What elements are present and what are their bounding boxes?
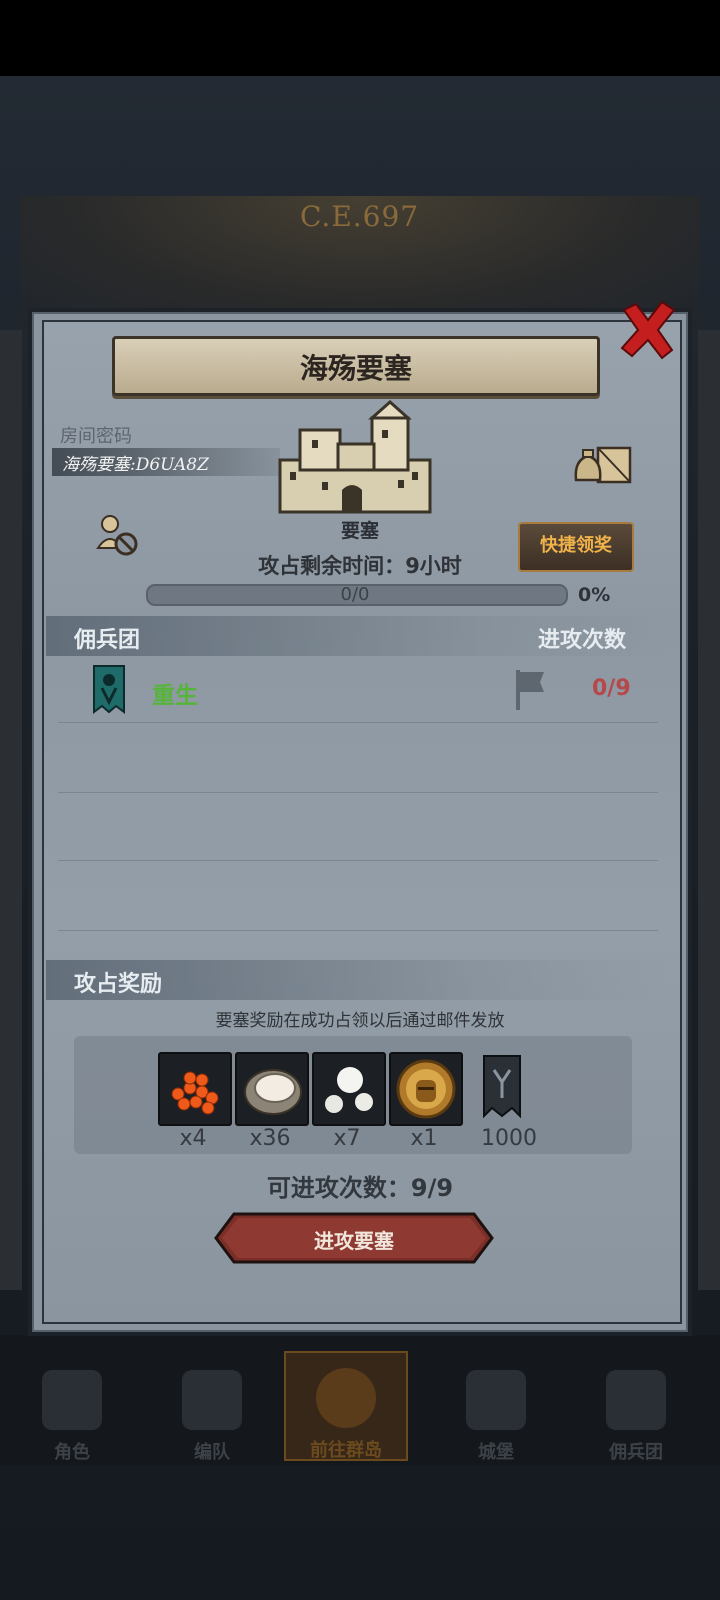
row-divider [58,860,658,861]
supply-bag-icon[interactable] [572,440,634,488]
row-divider [58,792,658,793]
reward-count-1: x4 [179,1126,207,1151]
close-button[interactable] [618,300,678,360]
remaining-attacks-label: 可进攻次数： [266,1174,411,1202]
remaining-attacks: 可进攻次数：9/9 [0,1168,720,1203]
reward-note: 要塞奖励在成功占领以后通过邮件发放 [215,1011,505,1031]
guild-banner-icon [483,1055,521,1119]
capture-progress-text: 0/0 [340,584,370,605]
formation-icon [182,1370,242,1430]
nav-label-islands: 前往群岛 [310,1440,382,1461]
guild-row[interactable] [58,660,658,722]
dialog-title: 海殇要塞 [299,352,412,385]
islands-icon [316,1368,376,1428]
nav-label-castle: 城堡 [478,1442,514,1463]
era-label: C.E.697 [300,200,420,233]
remaining-time: 攻占剩余时间：9小时 [0,550,720,580]
mercenary-section-label: 佣兵团 [74,628,141,653]
title-banner: 海殇要塞 [112,336,600,396]
status-bar [0,0,720,76]
reward-count-5: 1000 [481,1126,537,1151]
close-icon [620,300,676,360]
reward-count-3: x7 [333,1126,361,1151]
remaining-time-value: 9小时 [405,554,462,578]
reward-item-4[interactable] [389,1052,463,1126]
room-password-value: 海殇要塞:D6UA8Z [62,455,209,475]
attack-count-header: 进攻次数 [538,628,627,653]
nav-label-formation: 编队 [194,1442,230,1463]
nav-castle[interactable]: 城堡 [436,1355,556,1465]
fortress-image [272,399,434,516]
oyster-icon [244,1069,302,1115]
guild-name: 重生 [152,683,198,709]
attack-fortress-button[interactable]: 进攻要塞 [214,1212,494,1264]
left-side-panel [0,330,22,1290]
row-divider [58,930,658,931]
guild-attack-count: 0/9 [592,676,631,701]
nav-formation[interactable]: 编队 [152,1355,272,1465]
castle-icon [466,1370,526,1430]
reward-count-4: x1 [410,1126,438,1151]
row-divider [58,722,658,723]
nav-character[interactable]: 角色 [12,1355,132,1465]
character-icon [42,1370,102,1430]
flag-icon [512,668,548,712]
nav-islands[interactable]: 前往群岛 [284,1351,408,1461]
remaining-time-label: 攻占剩余时间： [258,554,406,578]
reward-item-3[interactable] [312,1052,386,1126]
bottom-nav: 角色 编队 前往群岛 城堡 佣兵团 [0,1335,720,1465]
reward-item-5[interactable] [466,1052,536,1122]
room-password-label: 房间密码 [60,426,132,447]
knight-medal-icon [396,1059,456,1119]
pearl-icon [325,1067,373,1113]
guild-banner-icon [92,664,126,714]
reward-count-2: x36 [249,1126,291,1151]
nav-label-mercenary: 佣兵团 [609,1442,663,1463]
nav-mercenary[interactable]: 佣兵团 [576,1355,696,1465]
reward-section-label: 攻占奖励 [74,972,163,997]
reward-item-2[interactable] [235,1052,309,1126]
reward-item-1[interactable] [158,1052,232,1126]
salmon-roe-icon [171,1071,219,1115]
capture-progress-percent: 0% [578,584,611,606]
remaining-attacks-value: 9/9 [410,1174,454,1202]
nav-label-character: 角色 [54,1442,90,1463]
mercenary-icon [606,1370,666,1430]
attack-fortress-label: 进攻要塞 [314,1229,394,1253]
right-side-panel [698,330,720,1290]
